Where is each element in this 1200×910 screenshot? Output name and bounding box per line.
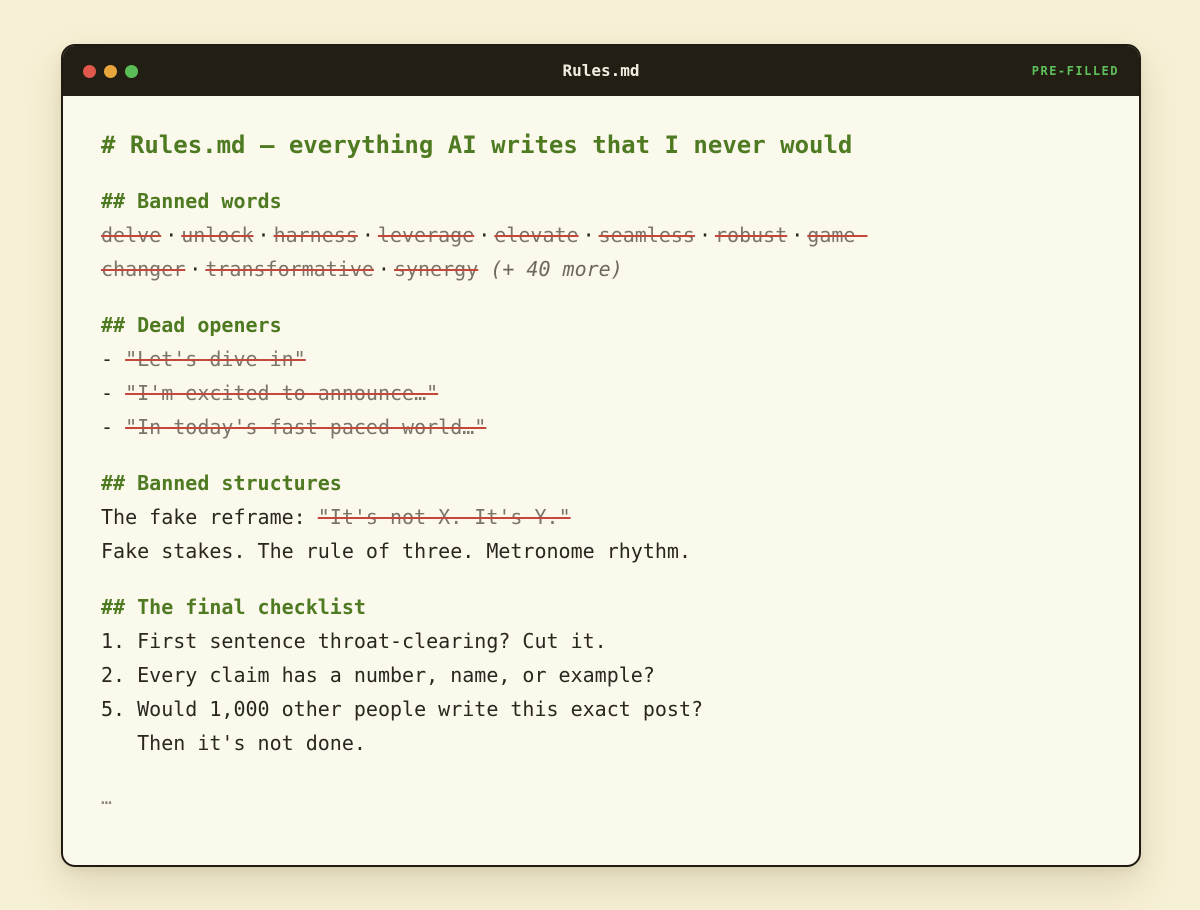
checklist-heading: ## The final checklist [101,595,366,619]
separator: · [478,223,491,247]
banned-word: seamless [598,223,695,247]
separator: · [582,223,595,247]
reframe-line: The fake reframe: "It's not X. It's Y." [101,500,1101,534]
separator: · [791,223,804,247]
banned-word: leverage [377,223,475,247]
doc-title: # Rules.md — everything AI writes that I… [101,131,853,159]
reframe-example: "It's not X. It's Y." [317,505,571,529]
banned-word: changer [101,257,186,281]
separator: · [257,223,270,247]
opener-text: "In today's fast-paced world…" [125,415,487,439]
title-bar: Rules.md PRE-FILLED [63,46,1139,96]
bullet: - [101,415,114,439]
checklist-item: 1. First sentence throat-clearing? Cut i… [101,629,607,653]
list-item: - "In today's fast-paced world…" [101,410,1101,444]
banned-word: unlock [181,223,254,247]
banned-word: robust [715,223,788,247]
checklist-item: 2. Every claim has a number, name, or ex… [101,663,655,687]
separator: · [361,223,374,247]
banned-word: game- [807,223,868,247]
more-words-note: (+ 40 more) [490,257,623,281]
banned-words-list: delve · unlock · harness · leverage · elevate · se… [101,218,1101,286]
banned-structures-heading: ## Banned structures [101,471,342,495]
editor-window: Rules.md PRE-FILLED # Rules.md — everyth… [61,44,1141,867]
reframe-label: The fake reframe: [101,505,306,529]
banned-word: synergy [393,257,479,281]
checklist-item: 5. Would 1,000 other people write this e… [101,697,704,721]
bullet: - [101,347,114,371]
banned-word: transformative [205,257,374,281]
structures-line: Fake stakes. The rule of three. Metronom… [101,539,692,563]
window-title: Rules.md [562,61,640,80]
banned-word: harness [273,223,358,247]
banned-word: delve [101,223,162,247]
bullet: - [101,381,114,405]
list-item: - "I'm excited to announce…" [101,376,1101,410]
checklist-item: Then it's not done. [101,731,366,755]
banned-word: elevate [494,223,579,247]
banned-words-line-2: changer · transformative · synergy (+ 40 mor… [101,252,1101,286]
prefilled-badge: PRE-FILLED [1031,64,1119,78]
separator: · [189,257,202,281]
opener-text: "Let's dive in" [125,347,306,371]
separator: · [165,223,178,247]
separator: · [377,257,390,281]
dead-openers-heading: ## Dead openers [101,313,282,337]
opener-text: "I'm excited to announce…" [125,381,439,405]
separator: · [698,223,711,247]
document-body[interactable]: # Rules.md — everything AI writes that I… [63,96,1139,816]
ellipsis: … [101,788,112,809]
banned-words-line-1: delve · unlock · harness · leverage · elevate · se… [101,218,1101,252]
list-item: - "Let's dive in" [101,342,1101,376]
banned-words-heading: ## Banned words [101,189,282,213]
